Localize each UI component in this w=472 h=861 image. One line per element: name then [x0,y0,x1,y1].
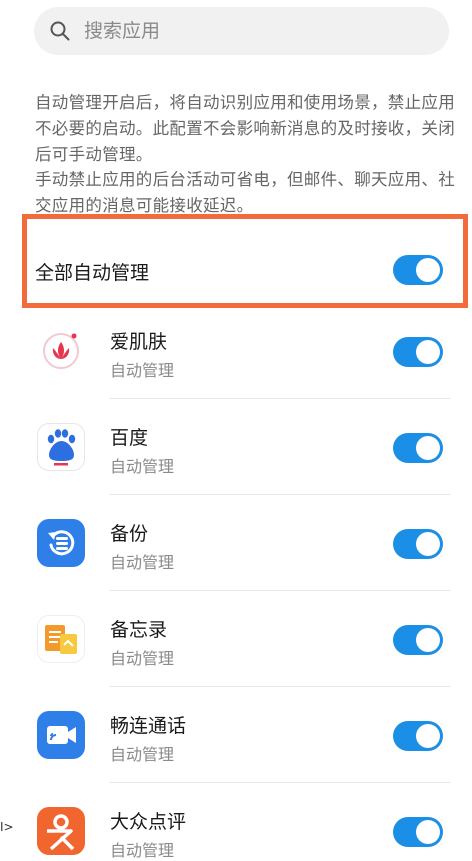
app-name: 大众点评 [110,811,187,833]
app-name: 爱肌肤 [110,331,168,353]
description-paragraph-2: 手动禁止应用的后台活动可省电，但邮件、聊天应用、社交应用的消息可能接收延迟。 [35,170,455,215]
app-toggle-aijifu[interactable] [393,337,443,367]
divider [110,782,450,783]
backup-icon [37,519,85,567]
app-name: 备忘录 [110,619,168,641]
app-toggle-video-call[interactable] [393,721,443,751]
search-bar[interactable]: 搜索应用 [34,7,449,55]
master-toggle-label: 全部自动管理 [35,262,150,284]
app-status: 自动管理 [110,457,175,476]
app-name: 备份 [110,523,149,545]
divider [110,398,450,399]
app-toggle-baidu[interactable] [393,433,443,463]
app-status: 自动管理 [110,361,175,380]
app-toggle-backup[interactable] [393,529,443,559]
app-status: 自动管理 [110,841,175,860]
divider [110,686,450,687]
video-call-icon [37,711,85,759]
baidu-paw-icon [37,423,85,471]
notepad-icon [37,615,85,663]
description-paragraph-1: 自动管理开启后，将自动识别应用和使用场景，禁止应用不必要的启动。此配置不会影响新… [35,93,455,164]
search-placeholder: 搜索应用 [84,20,161,42]
edge-mark: I> [0,820,14,834]
app-status: 自动管理 [110,745,175,764]
search-icon [50,21,70,41]
divider [110,590,450,591]
divider [110,494,450,495]
app-toggle-notepad[interactable] [393,625,443,655]
dianping-icon [37,807,85,855]
app-name: 畅连通话 [110,715,187,737]
app-status: 自动管理 [110,553,175,572]
app-toggle-dianping[interactable] [393,817,443,847]
app-name: 百度 [110,427,149,449]
master-toggle-switch[interactable] [393,255,443,285]
aijifu-lotus-icon [37,327,85,375]
app-status: 自动管理 [110,649,175,668]
